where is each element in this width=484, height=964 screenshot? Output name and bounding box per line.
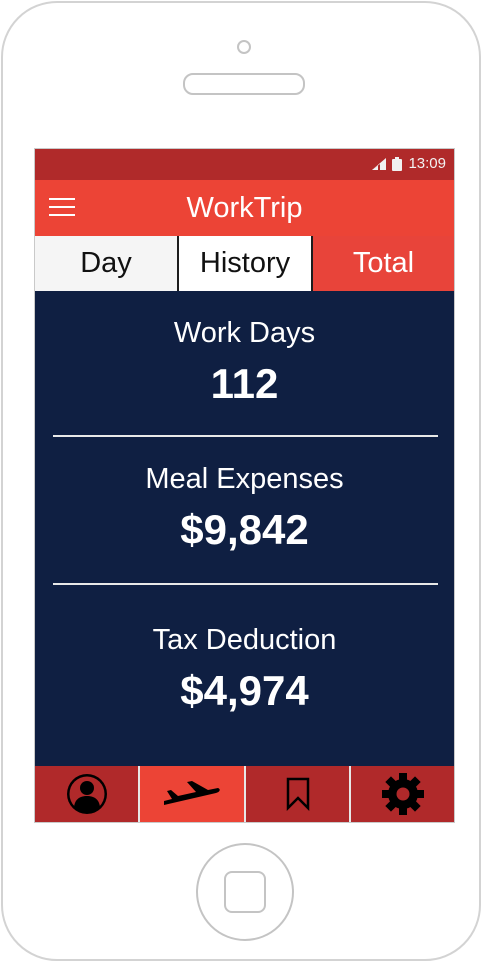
settings-gear-icon [381,773,424,815]
tab-day[interactable]: Day [35,236,177,291]
divider [53,435,438,437]
stat-label: Tax Deduction [152,624,337,656]
nav-saved[interactable] [246,766,351,822]
speaker-grille [183,73,305,95]
profile-icon [66,774,107,814]
stat-value: $9,842 [180,506,309,553]
phone-frame: 13:09 WorkTrip Day History Total Work Da… [1,1,481,961]
app-bar: WorkTrip [35,180,454,236]
stat-value: 112 [210,360,279,407]
airplane-icon [164,781,220,805]
stat-label: Work Days [173,317,316,349]
app-screen: 13:09 WorkTrip Day History Total Work Da… [34,148,455,823]
nav-profile[interactable] [35,766,140,822]
status-bar: 13:09 [35,149,454,180]
stat-tax-deduction: Tax Deduction $4,974 [35,624,454,715]
tab-total[interactable]: Total [313,236,454,291]
battery-icon [392,156,403,171]
tab-bar: Day History Total [35,236,454,291]
home-button[interactable] [196,843,294,941]
home-square-icon [224,871,266,913]
app-title: WorkTrip [186,192,303,224]
signal-icon [372,157,387,170]
stat-value: $4,974 [180,667,309,714]
stat-label: Meal Expenses [145,463,344,495]
divider [53,583,438,585]
camera-icon [237,40,251,54]
nav-trips[interactable] [140,766,246,822]
bookmark-icon [286,777,309,811]
stat-work-days: Work Days 112 [35,317,454,408]
bottom-nav [35,766,454,822]
nav-settings[interactable] [351,766,454,822]
status-time: 13:09 [408,155,446,172]
tab-history[interactable]: History [177,236,313,291]
stat-meal-expenses: Meal Expenses $9,842 [35,463,454,554]
